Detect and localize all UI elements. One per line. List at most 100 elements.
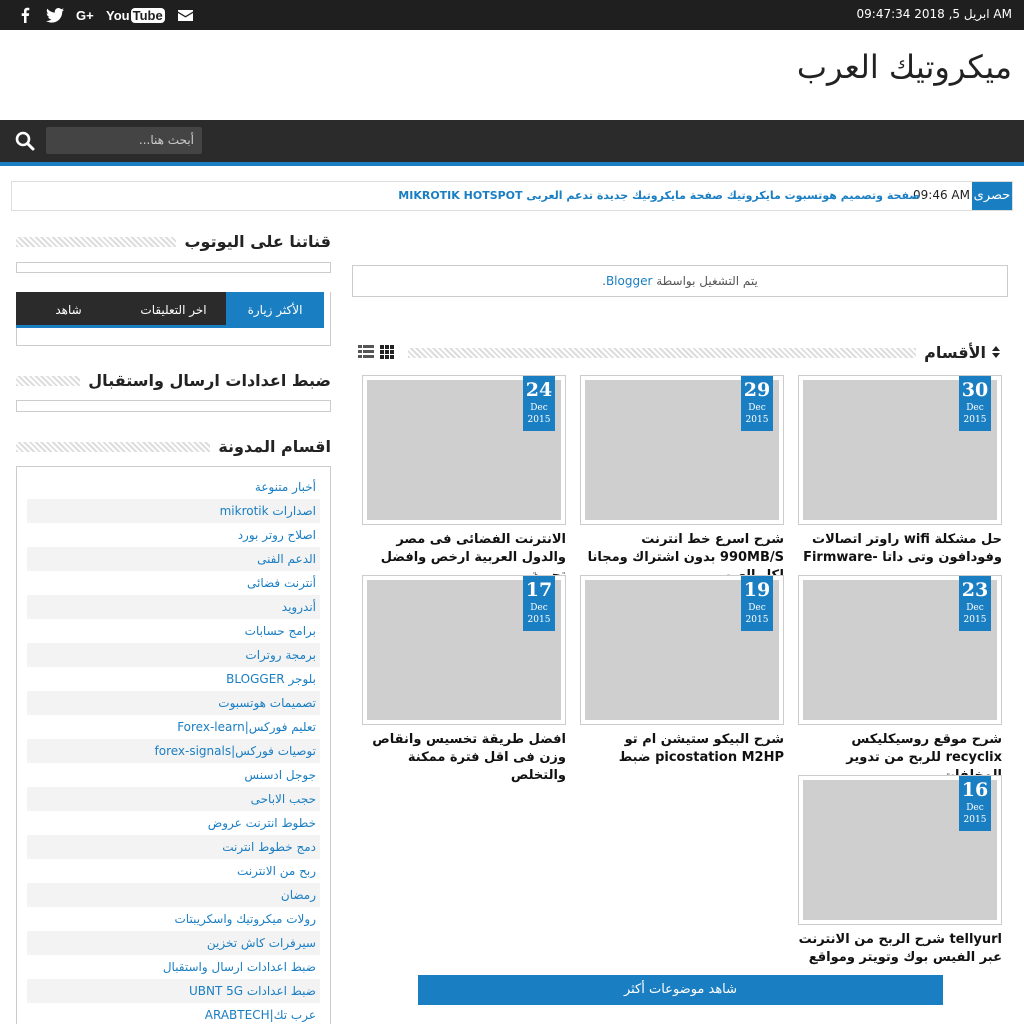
category-link[interactable]: الدعم الفنى [27, 547, 320, 571]
grid-view-icon[interactable] [380, 344, 394, 363]
category-link[interactable]: رولات ميكروتيك واسكريبتات [27, 907, 320, 931]
category-link[interactable]: أنترنت فضائى [27, 571, 320, 595]
category-link[interactable]: برمجة روترات [27, 643, 320, 667]
post-date-badge: 29 Dec 2015 [741, 376, 773, 431]
post-title[interactable]: افضل طريقة تخسيس وانقاص وزن فى اقل فترة … [362, 731, 566, 785]
site-title[interactable]: ميكروتيك العرب [797, 48, 1012, 86]
search-icon[interactable] [14, 130, 38, 152]
post-thumbnail[interactable]: 29 Dec 2015 [580, 375, 784, 525]
view-toggle [358, 344, 394, 363]
post-month: Dec [966, 403, 984, 413]
category-link[interactable]: سيرفرات كاش تخزين [27, 931, 320, 955]
category-link[interactable]: بلوجر BLOGGER [27, 667, 320, 691]
sort-arrows-icon[interactable] [992, 343, 1000, 362]
tab-watch[interactable]: شاهد [16, 292, 121, 327]
post-thumbnail[interactable]: 30 Dec 2015 [798, 375, 1002, 525]
google-plus-icon[interactable]: G+ [70, 4, 100, 26]
category-link[interactable]: أندرويد [27, 595, 320, 619]
more-posts-button[interactable]: شاهد موضوعات أكثر [418, 975, 943, 1005]
news-ticker: حصرى 09:46 AM صفحة وتصميم هوتسبوت مايكرو… [11, 181, 1013, 211]
sections-heading-text: الأقسام [924, 343, 986, 362]
category-link[interactable]: تصميمات هوتسبوت [27, 691, 320, 715]
post-month: Dec [748, 603, 766, 613]
post-card[interactable]: 30 Dec 2015 حل مشكلة wifi راوتر اتصالات وفو… [798, 375, 1002, 567]
categories-heading-text: اقسام المدونة [218, 437, 331, 456]
category-link[interactable]: اصدارات mikrotik [27, 499, 320, 523]
nav-accent-strip [0, 162, 1024, 166]
post-month: Dec [748, 403, 766, 413]
category-link[interactable]: برامج حسابات [27, 619, 320, 643]
mail-icon[interactable] [171, 4, 201, 26]
post-thumbnail[interactable]: 16 Dec 2015 [798, 775, 1002, 925]
category-link[interactable]: ربح من الانترنت [27, 859, 320, 883]
blogger-link[interactable]: Blogger [606, 274, 652, 288]
post-card[interactable]: 17 Dec 2015 افضل طريقة تخسيس وانقاص وزن فى … [362, 575, 566, 785]
top-bar: G+ You Tube ابريل 5, 2018 09:47:34 AM [0, 0, 1024, 30]
category-link[interactable]: حجب الاباحى [27, 787, 320, 811]
sections-heading: الأقسام [408, 343, 1000, 362]
tab-latest-comments[interactable]: اخر التعليقات [121, 292, 226, 327]
twitter-icon[interactable] [40, 4, 70, 26]
post-card[interactable]: 29 Dec 2015 شرح اسرع خط انترنت 990MB/S بدون… [580, 375, 784, 585]
category-link[interactable]: خطوط انترنت عروض [27, 811, 320, 835]
main-nav: أبحث هنا... [0, 120, 1024, 162]
post-thumbnail[interactable]: 17 Dec 2015 [362, 575, 566, 725]
post-day: 16 [961, 779, 989, 801]
youtube-widget-heading: قناتنا على اليوتوب [16, 232, 331, 251]
youtube-widget-box [16, 262, 331, 273]
category-link[interactable]: عرب تك|ARABTECH [27, 1003, 320, 1024]
category-link[interactable]: تعليم فوركس|Forex-learn [27, 715, 320, 739]
post-card[interactable]: 19 Dec 2015 شرح البيكو ستيشن ام تو picostat… [580, 575, 784, 767]
popular-tabs: الأكثر زيارة اخر التعليقات شاهد [16, 292, 324, 327]
post-day: 24 [525, 379, 553, 401]
youtube-icon[interactable]: You Tube [106, 7, 165, 23]
category-link[interactable]: اصلاح روتر بورد [27, 523, 320, 547]
post-month: Dec [966, 803, 984, 813]
ticker-headline[interactable]: صفحة وتصميم هوتسبوت مايكروتيك صفحة مايكر… [398, 189, 920, 202]
list-view-icon[interactable] [358, 344, 374, 363]
category-link[interactable]: توصيات فوركس|forex-signals [27, 739, 320, 763]
ticker-time: 09:46 AM [913, 188, 970, 202]
post-day: 19 [743, 579, 771, 601]
post-card[interactable]: 16 Dec 2015 tellyurl شرح الربح من الانترنت … [798, 775, 1002, 967]
category-link[interactable]: رمضان [27, 883, 320, 907]
category-link[interactable]: ضبط اعدادات UBNT 5G [27, 979, 320, 1003]
post-thumbnail[interactable]: 19 Dec 2015 [580, 575, 784, 725]
youtube-heading-text: قناتنا على اليوتوب [184, 232, 331, 251]
post-day: 29 [743, 379, 771, 401]
categories-list: أخبار متنوعة اصدارات mikrotik اصلاح روتر ب… [16, 466, 331, 1024]
category-link[interactable]: ضبط اعدادات ارسال واستقبال [27, 955, 320, 979]
category-link[interactable]: جوجل ادسنس [27, 763, 320, 787]
post-year: 2015 [963, 415, 987, 425]
category-link[interactable]: أخبار متنوعة [27, 475, 320, 499]
youtube-you: You [106, 7, 130, 23]
post-title[interactable]: tellyurl شرح الربح من الانترنت عبر الفيس… [798, 931, 1002, 967]
tabs-underline [16, 325, 324, 328]
categories-widget-heading: اقسام المدونة [16, 437, 331, 456]
post-card[interactable]: 24 Dec 2015 الانترنت الفضائى فى مصر والدول … [362, 375, 566, 585]
post-card[interactable]: 23 Dec 2015 شرح موقع روسيكليكس recyclix للر… [798, 575, 1002, 785]
search-input[interactable]: أبحث هنا... [46, 127, 202, 154]
tab-most-visited[interactable]: الأكثر زيارة [226, 292, 324, 327]
ticker-label: حصرى [972, 182, 1012, 210]
post-day: 30 [961, 379, 989, 401]
powered-by-blogger: يتم التشغيل بواسطة Blogger. [352, 265, 1008, 297]
post-month: Dec [530, 403, 548, 413]
settings-widget-heading: ضبط اعدادات ارسال واستقبال [16, 371, 331, 390]
settings-widget-box [16, 400, 331, 412]
post-date-badge: 19 Dec 2015 [741, 576, 773, 631]
post-date-badge: 16 Dec 2015 [959, 776, 991, 831]
category-link[interactable]: دمج خطوط انترنت [27, 835, 320, 859]
post-year: 2015 [963, 815, 987, 825]
post-date-badge: 17 Dec 2015 [523, 576, 555, 631]
post-title[interactable]: شرح البيكو ستيشن ام تو picostation M2HP … [580, 731, 784, 767]
post-day: 17 [525, 579, 553, 601]
post-month: Dec [966, 603, 984, 613]
post-title[interactable]: حل مشكلة wifi راوتر اتصالات وفودافون وتى… [798, 531, 1002, 567]
facebook-icon[interactable] [10, 4, 40, 26]
youtube-tube: Tube [130, 7, 165, 23]
post-thumbnail[interactable]: 23 Dec 2015 [798, 575, 1002, 725]
heading-stripe [408, 347, 917, 358]
heading-stripe [16, 236, 177, 247]
post-thumbnail[interactable]: 24 Dec 2015 [362, 375, 566, 525]
